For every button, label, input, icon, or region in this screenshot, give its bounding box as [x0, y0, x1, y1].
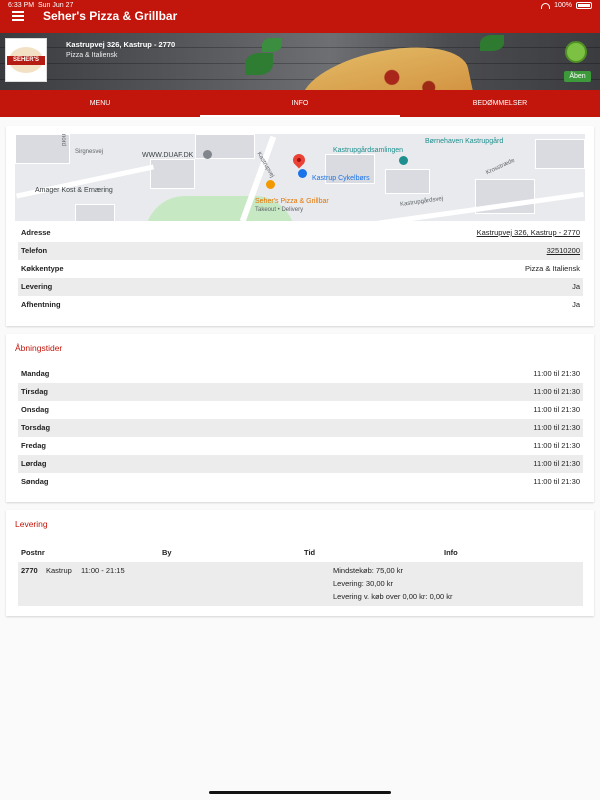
hours-row: Fredag 11:00 til 21:30: [18, 437, 583, 455]
status-clock: 6:33 PM: [8, 2, 35, 9]
battery-percent: 100%: [554, 2, 572, 9]
day-label: Onsdag: [21, 405, 49, 414]
column-header-by: By: [162, 548, 172, 557]
basil-leaf-decoration: [262, 38, 282, 52]
map-label-kindergarten: Børnehaven Kastrupgård: [425, 138, 504, 145]
delivery-card: Levering Postnr By Tid Info 2770 Kastrup…: [6, 510, 594, 616]
status-date: Sun Jun 27: [37, 2, 74, 9]
hours-row: Torsdag 11:00 til 21:30: [18, 419, 583, 437]
hours-value: 11:00 til 21:30: [533, 477, 580, 486]
shop-icon: [298, 169, 307, 178]
status-right: 100%: [541, 0, 592, 11]
info-value: Pizza & Italiensk: [524, 264, 580, 273]
app-title: Seher's Pizza & Grillbar: [43, 9, 178, 23]
delivery-city: Kastrup: [46, 566, 72, 575]
info-value: Ja: [572, 282, 580, 291]
day-label: Mandag: [21, 369, 50, 378]
basil-leaf-decoration: [480, 35, 504, 51]
tab-reviews[interactable]: BEDØMMELSER: [400, 90, 600, 117]
hamburger-menu-icon[interactable]: [12, 11, 24, 21]
map-label-museum: Kastrupgårdsamlingen: [333, 147, 404, 154]
delivery-fee-over: Levering v. køb over 0,00 kr: 0,00 kr: [333, 592, 453, 601]
info-card: Sirgnesvej nord Kastrupvej Kastrupgårdsv…: [6, 126, 594, 326]
smiley-inspection-icon[interactable]: [565, 41, 587, 63]
logo-text: SEHER'S: [7, 56, 45, 65]
tab-menu[interactable]: MENU: [0, 90, 200, 117]
hours-row: Tirsdag 11:00 til 21:30: [18, 383, 583, 401]
hours-value: 11:00 til 21:30: [533, 405, 580, 414]
tab-info[interactable]: INFO: [200, 90, 400, 117]
delivery-time: 11:00 - 21:15: [81, 566, 125, 575]
hours-row: Mandag 11:00 til 21:30: [18, 365, 583, 383]
app-bar: 6:33 PM Sun Jun 27 100% Seher's Pizza & …: [0, 0, 600, 33]
info-key: Køkkentype: [21, 264, 64, 273]
location-pin-icon[interactable]: [290, 151, 308, 169]
day-label: Tirsdag: [21, 387, 48, 396]
museum-icon: [399, 156, 408, 165]
info-key: Adresse: [21, 228, 51, 237]
map-label-road: Sirgnesvej: [75, 149, 104, 155]
tab-bar: MENU INFO BEDØMMELSER: [0, 90, 600, 117]
day-label: Torsdag: [21, 423, 51, 432]
map-label-road: Kastrupgårdsvej: [399, 196, 444, 208]
map-label-duaf: WWW.DUAF.DK: [142, 152, 194, 159]
hours-value: 11:00 til 21:30: [533, 387, 580, 396]
hours-value: 11:00 til 21:30: [533, 423, 580, 432]
restaurant-icon: [266, 180, 275, 189]
logo-pizza-mark: SEHER'S: [7, 47, 45, 73]
delivery-min-order: Mindstekøb: 75,00 kr: [333, 566, 404, 575]
hours-value: 11:00 til 21:30: [533, 369, 580, 378]
info-row-delivery: Levering Ja: [18, 278, 583, 296]
map-label-restaurant: Seher's Pizza & Grillbar: [255, 198, 329, 205]
info-key: Levering: [21, 282, 53, 291]
info-row-address: Adresse Kastrupvej 326, Kastrup - 2770: [18, 224, 583, 242]
phone-link[interactable]: 32510200: [547, 242, 580, 260]
hours-row: Søndag 11:00 til 21:30: [18, 473, 583, 491]
info-row-phone: Telefon 32510200: [18, 242, 583, 260]
hours-row: Onsdag 11:00 til 21:30: [18, 401, 583, 419]
location-map[interactable]: Sirgnesvej nord Kastrupvej Kastrupgårdsv…: [15, 134, 585, 221]
opening-hours-card: Åbningstider Mandag 11:00 til 21:30 Tirs…: [6, 334, 594, 502]
delivery-postnr: 2770: [21, 566, 38, 575]
info-value: Ja: [572, 300, 580, 309]
map-label-road: nord: [60, 134, 67, 147]
restaurant-header: SEHER'S Kastrupvej 326, Kastrup - 2770 P…: [0, 33, 600, 90]
map-label-restaurant-sub: Takeout • Delivery: [255, 207, 304, 213]
map-label-bike-shop: Kastrup Cykelbørs: [312, 175, 370, 182]
info-key: Afhentning: [21, 300, 61, 309]
map-poi-icon: [203, 150, 212, 159]
column-header-postnr: Postnr: [21, 548, 45, 557]
restaurant-address: Kastrupvej 326, Kastrup - 2770: [66, 40, 176, 49]
hours-row: Lørdag 11:00 til 21:30: [18, 455, 583, 473]
section-title: Levering: [15, 519, 48, 529]
battery-icon: [576, 2, 592, 9]
day-label: Lørdag: [21, 459, 47, 468]
hours-value: 11:00 til 21:30: [533, 441, 580, 450]
delivery-fee: Levering: 30,00 kr: [333, 579, 394, 588]
delivery-row: 2770 Kastrup 11:00 - 21:15 Mindstekøb: 7…: [18, 562, 583, 606]
section-title: Åbningstider: [15, 343, 63, 353]
info-row-cuisine: Køkkentype Pizza & Italiensk: [18, 260, 583, 278]
map-label-amager: Amager Kost & Ernæring: [35, 187, 113, 194]
restaurant-logo: SEHER'S: [5, 38, 47, 82]
home-indicator[interactable]: [209, 791, 391, 794]
hours-value: 11:00 til 21:30: [533, 459, 580, 468]
column-header-tid: Tid: [304, 548, 316, 557]
basil-leaf-decoration: [245, 53, 273, 75]
info-key: Telefon: [21, 246, 48, 255]
address-link[interactable]: Kastrupvej 326, Kastrup - 2770: [477, 224, 580, 242]
day-label: Søndag: [21, 477, 49, 486]
delivery-table-header: Postnr By Tid Info: [18, 546, 583, 560]
map-label-road: Krosstræde: [485, 157, 516, 177]
restaurant-cuisine: Pizza & Italiensk: [66, 52, 118, 59]
wifi-icon: [541, 2, 551, 9]
open-status-badge: Åben: [564, 71, 591, 82]
column-header-info: Info: [444, 548, 458, 557]
day-label: Fredag: [21, 441, 47, 450]
info-row-pickup: Afhentning Ja: [18, 296, 583, 314]
